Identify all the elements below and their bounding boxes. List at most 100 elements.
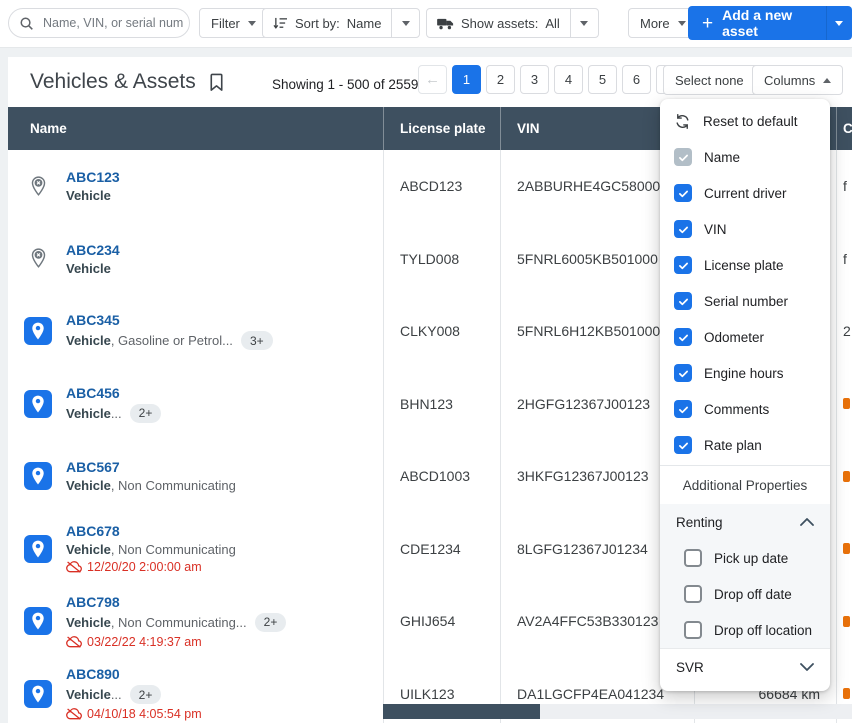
top-toolbar: Filter Sort by: Name Show assets: All [0,0,852,48]
column-toggle-license-plate[interactable]: License plate [660,247,830,283]
add-asset-dropdown-button[interactable] [826,6,852,40]
additional-properties-header: Additional Properties [660,465,830,504]
clipped-cell: 2 [836,295,852,368]
column-toggle-vin[interactable]: VIN [660,211,830,247]
select-none-label: Select none [675,73,744,88]
license-plate-cell: CLKY008 [383,295,500,368]
asset-name-link[interactable]: ABC345 [66,312,273,328]
map-pin-offline-icon [24,245,52,273]
column-toggle-comments[interactable]: Comments [660,391,830,427]
show-assets-dropdown-button[interactable] [570,9,598,37]
add-asset-button[interactable]: + Add a new asset [688,6,826,40]
asset-name-link[interactable]: ABC798 [66,594,286,610]
column-toggle-rate-plan[interactable]: Rate plan [660,427,830,463]
prev-page-button[interactable]: ← [418,65,447,94]
reset-label: Reset to default [703,114,798,129]
map-pin-icon [24,462,52,490]
asset-name-link[interactable]: ABC890 [66,666,202,682]
clipped-icon [843,616,850,627]
page-button-6[interactable]: 6 [622,65,651,94]
pagination-pages: 123456 [452,65,651,94]
column-header-license-plate[interactable]: License plate [383,107,500,150]
map-pin-icon [24,535,52,563]
name-cell: ABC123 Vehicle [8,150,383,223]
clipped-cell [836,440,852,513]
license-plate-cell: ABCD1003 [383,440,500,513]
search-input[interactable] [41,15,185,31]
clipped-icon [843,471,850,482]
page-button-4[interactable]: 4 [554,65,583,94]
page-title: Vehicles & Assets [30,70,196,94]
columns-button[interactable]: Columns [752,65,843,95]
groups-count-badge[interactable]: 2+ [130,685,162,704]
column-toggle-current-driver[interactable]: Current driver [660,175,830,211]
column-group-renting: Renting Pick up date Drop off date Drop … [660,504,830,648]
groups-count-badge[interactable]: 2+ [130,404,162,423]
chevron-down-icon [678,21,686,26]
chevron-down-icon [248,21,256,26]
column-toggle-drop-off-location[interactable]: Drop off location [660,612,830,648]
showing-count: Showing 1 - 500 of 2559 [272,77,418,92]
license-plate-cell: CDE1234 [383,513,500,586]
sort-by-dropdown-button[interactable] [391,9,419,37]
checkbox-label: Current driver [704,186,787,201]
asset-name-link[interactable]: ABC456 [66,385,161,401]
column-group-header-renting[interactable]: Renting [660,504,830,540]
page-button-3[interactable]: 3 [520,65,549,94]
name-cell: ABC798 Vehicle, Non Communicating...2+ 0… [8,585,383,658]
filter-label: Filter [211,16,240,31]
asset-name-link[interactable]: ABC123 [66,169,120,185]
checkbox-label: Comments [704,402,769,417]
filter-button[interactable]: Filter [199,8,268,38]
column-toggle-engine-hours[interactable]: Engine hours [660,355,830,391]
asset-name-link[interactable]: ABC678 [66,523,236,539]
column-group-header-svr[interactable]: SVR [660,648,830,685]
chevron-up-icon [800,518,814,526]
groups-count-badge[interactable]: 2+ [255,613,287,632]
sort-by-button[interactable]: Sort by: Name [263,9,391,37]
column-header-name[interactable]: Name [8,107,383,150]
column-toggle-serial-number[interactable]: Serial number [660,283,830,319]
clipped-cell: f [836,223,852,296]
map-pin-icon [24,317,52,345]
column-group-svr: SVR [660,648,830,685]
page-button-2[interactable]: 2 [486,65,515,94]
name-cell: ABC456 Vehicle...2+ [8,368,383,441]
name-cell: ABC890 Vehicle...2+ 04/10/18 4:05:54 pm [8,658,383,723]
horizontal-scrollbar[interactable] [383,704,852,719]
groups-count-badge[interactable]: 3+ [241,331,273,350]
scrollbar-thumb[interactable] [383,704,540,719]
page-button-1[interactable]: 1 [452,65,481,94]
checkbox-label: VIN [704,222,727,237]
checkbox-checked [674,364,692,382]
column-toggle-odometer[interactable]: Odometer [660,319,830,355]
group-label: Renting [676,515,723,530]
column-toggle-drop-off-date[interactable]: Drop off date [660,576,830,612]
checkbox-label: Rate plan [704,438,762,453]
asset-name-link[interactable]: ABC234 [66,242,120,258]
name-cell: ABC234 Vehicle [8,223,383,296]
show-assets-split-button: Show assets: All [426,8,599,38]
search-box[interactable] [8,8,190,38]
page-button-5[interactable]: 5 [588,65,617,94]
map-pin-offline-icon [24,172,52,200]
column-toggle-name: Name [660,139,830,175]
show-assets-button[interactable]: Show assets: All [427,9,570,37]
column-toggle-pick-up-date[interactable]: Pick up date [660,540,830,576]
cloud-off-icon [66,561,82,573]
chevron-down-icon [800,663,814,671]
pagination: ← 123456 → [418,65,685,94]
reset-to-default-button[interactable]: Reset to default [660,103,830,139]
map-pin-icon [24,390,52,418]
asset-type: Vehicle, Non Communicating [66,542,236,557]
asset-name-link[interactable]: ABC567 [66,459,236,475]
column-header-clipped: C [836,107,852,150]
license-plate-cell: BHN123 [383,368,500,441]
asset-type: Vehicle...2+ [66,404,161,423]
sort-by-label: Sort by: [295,16,340,31]
checkbox-checked [674,220,692,238]
checkbox-label: Odometer [704,330,764,345]
checkbox-checked [674,184,692,202]
clipped-cell [836,585,852,658]
bookmark-icon[interactable] [207,72,226,93]
